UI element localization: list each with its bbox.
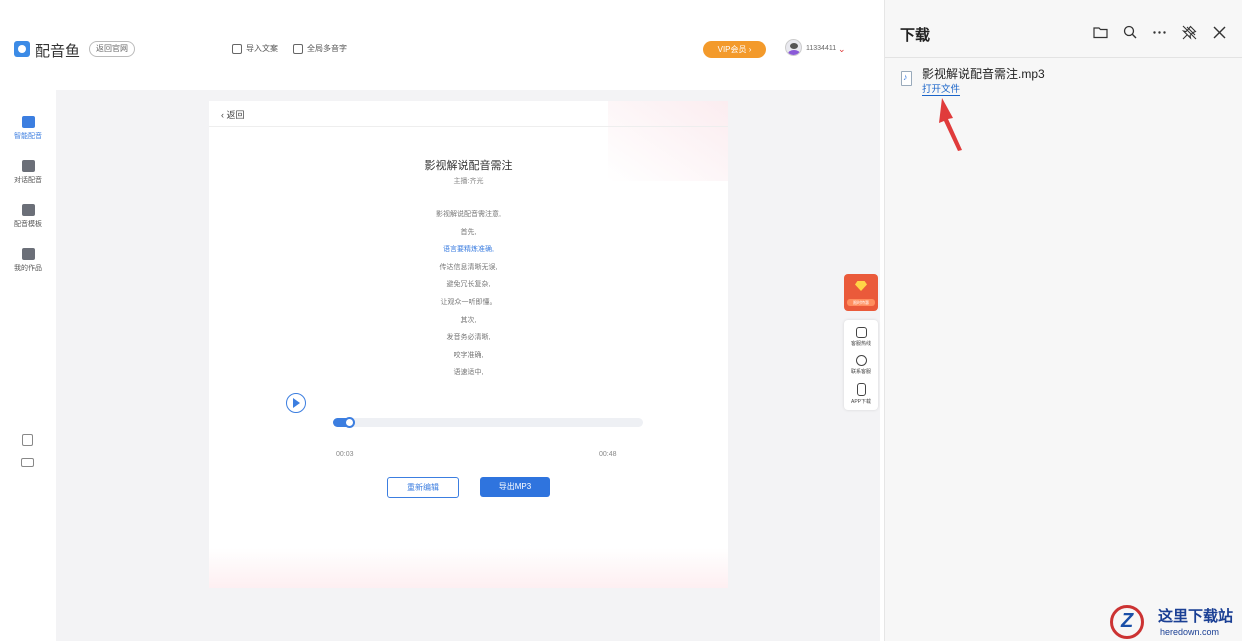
script-title: 影视解说配音需注 (424, 160, 513, 172)
promo-button[interactable]: 限时特惠 (844, 274, 878, 311)
avatar[interactable] (785, 39, 802, 56)
user-id: 11334411 (806, 45, 837, 52)
watermark-url: heredown.com (1160, 627, 1220, 637)
sound-icon (21, 116, 35, 128)
watermark-text: 这里下载站 (1158, 608, 1234, 625)
float-toolbar: 客服热线 联系客服 APP下载 (844, 320, 878, 410)
back-official-button[interactable]: 返回官网 (89, 41, 135, 57)
left-nav: 智能配音 对话配音 配音模板 我的作品 (0, 90, 56, 641)
download-file-name[interactable]: 影视解说配音需注.mp3 (922, 65, 1045, 82)
scan-icon (293, 43, 303, 54)
chevron-down-icon[interactable]: ⌄ (838, 44, 846, 55)
script-author: 主播:齐光 (453, 178, 484, 185)
customer-service-button[interactable]: 联系客服 (844, 355, 878, 375)
nav-item-smart-dubbing[interactable]: 智能配音 (0, 112, 56, 150)
annotation-arrow (939, 98, 962, 151)
script-line: 发音务必清晰, (446, 334, 491, 342)
script-line: 语速适中, (453, 369, 484, 377)
app-name: 配音鱼 (35, 43, 81, 60)
script-line: 传达信息清晰无误, (439, 263, 498, 271)
play-button[interactable] (286, 393, 306, 413)
divider (885, 57, 1242, 58)
script-line: 影视解说配音需注意, (436, 211, 501, 218)
download-title: 下载 (900, 27, 931, 44)
nav-item-label: 对话配音 (14, 177, 42, 184)
audio-file-icon (901, 71, 912, 86)
script-line: 首先, (460, 228, 477, 236)
nav-item-label: 配音模板 (14, 221, 42, 228)
phone-icon[interactable] (22, 434, 33, 446)
script-line-current: 语言要精炼准确, (443, 246, 494, 254)
hotline-button[interactable]: 客服热线 (844, 327, 878, 347)
diamond-icon (855, 281, 867, 291)
promo-label: 限时特惠 (847, 299, 875, 306)
back-label: 返回 (226, 110, 245, 120)
app-download-button[interactable]: APP下载 (844, 383, 878, 405)
unpin-icon[interactable] (1181, 24, 1198, 41)
import-text-label: 导入文案 (246, 44, 278, 53)
document-icon (21, 204, 35, 216)
result-card: ‹ 返回 影视解说配音需注 主播:齐光 影视解说配音需注意, 首先, 语言要精炼… (209, 101, 728, 588)
hotline-label: 客服热线 (850, 341, 871, 347)
script-line: 避免冗长复杂, (446, 281, 491, 289)
reedit-button[interactable]: 重新编辑 (387, 477, 459, 498)
watermark: 这里下载站 heredown.com (1108, 603, 1242, 641)
export-mp3-button[interactable]: 导出MP3 (480, 477, 550, 497)
customer-service-label: 联系客服 (850, 369, 871, 375)
card-toolbar: ‹ 返回 (209, 101, 728, 127)
import-text-button[interactable]: 导入文案 (232, 43, 278, 54)
nav-item-label: 智能配音 (14, 133, 42, 140)
global-polyphone-button[interactable]: 全局多音字 (293, 43, 347, 54)
card-decoration (209, 548, 728, 588)
app-window: 配音鱼 返回官网 导入文案 全局多音字 VIP会员 › 11334411 ⌄ 智… (0, 0, 880, 641)
back-button[interactable]: ‹ 返回 (221, 108, 245, 121)
nav-item-templates[interactable]: 配音模板 (0, 200, 56, 238)
script-line: 让观众一听即懂。 (440, 298, 497, 306)
time-current: 00:03 (336, 451, 354, 458)
download-panel: 下载 影视解说配音需注.mp3 打开文件 (884, 0, 1242, 641)
global-polyphone-label: 全局多音字 (307, 44, 347, 53)
script-text: 影视解说配音需注意, 首先, 语言要精炼准确, 传达信息清晰无误, 避免冗长复杂… (209, 206, 728, 382)
more-icon[interactable] (1151, 24, 1168, 41)
phone-call-icon (855, 327, 867, 338)
folder-icon (21, 248, 35, 260)
monitor-icon[interactable] (21, 458, 34, 467)
close-icon[interactable] (1211, 24, 1228, 41)
progress-knob[interactable] (343, 417, 355, 428)
users-icon (21, 160, 35, 172)
nav-item-label: 我的作品 (14, 265, 42, 272)
smile-icon (855, 355, 867, 366)
open-file-link[interactable]: 打开文件 (922, 81, 961, 96)
search-icon[interactable] (1122, 24, 1139, 41)
app-header: 配音鱼 返回官网 导入文案 全局多音字 VIP会员 › 11334411 ⌄ (0, 0, 880, 90)
folder-icon[interactable] (1092, 24, 1109, 41)
time-total: 00:48 (599, 451, 617, 458)
tablet-icon (856, 383, 866, 396)
script-line: 咬字准确, (453, 351, 484, 359)
app-logo (14, 41, 30, 57)
import-icon (232, 43, 242, 54)
nav-item-dialogue-dubbing[interactable]: 对话配音 (0, 156, 56, 194)
vip-button[interactable]: VIP会员 › (703, 41, 766, 58)
script-line: 其次, (460, 316, 477, 324)
app-download-label: APP下载 (850, 399, 871, 405)
nav-item-my-works[interactable]: 我的作品 (0, 244, 56, 282)
watermark-logo (1110, 605, 1144, 639)
progress-slider[interactable] (333, 417, 643, 428)
